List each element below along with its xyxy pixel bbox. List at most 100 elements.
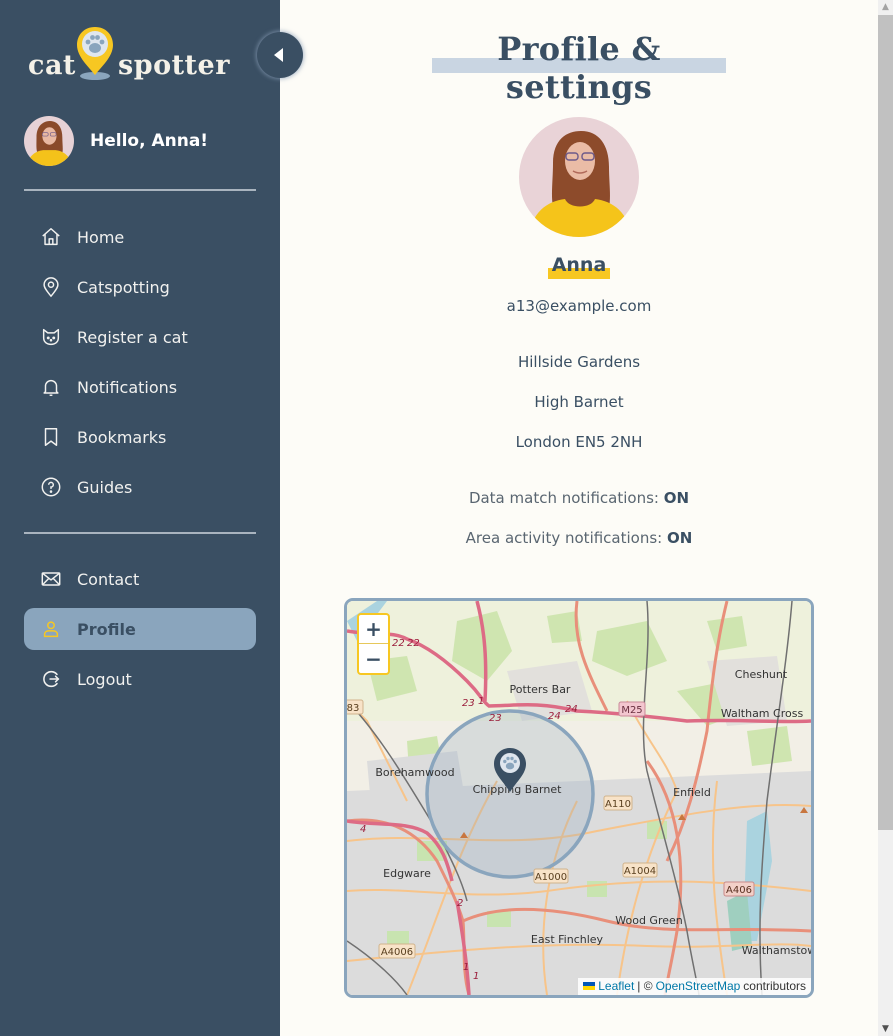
attribution-separator: | ©	[637, 979, 653, 993]
caret-left-icon	[274, 48, 283, 62]
map-junction-label: 1	[463, 962, 469, 973]
sidebar-item-catspotting[interactable]: Catspotting	[24, 266, 256, 308]
zoom-in-button[interactable]: +	[359, 615, 388, 644]
profile-photo	[519, 117, 639, 237]
page-title-wrap: Profile & settings	[432, 30, 726, 106]
bookmark-icon	[40, 426, 62, 448]
page-scrollbar[interactable]: ▲ ▼	[878, 0, 893, 1036]
openstreetmap-link[interactable]: OpenStreetMap	[656, 979, 741, 993]
notification-status: ON	[663, 489, 690, 507]
map-junction-label: 23	[462, 698, 475, 709]
sidebar-item-label: Home	[77, 227, 125, 247]
area-activity-notifications: Area activity notifications: ON	[280, 529, 878, 547]
address-line-3: London EN5 2NH	[515, 433, 643, 451]
sidebar-item-notifications[interactable]: Notifications	[24, 366, 256, 408]
address-line-2: High Barnet	[534, 393, 624, 411]
notification-label: Area activity notifications:	[465, 529, 663, 547]
map-junction-label: 1	[473, 971, 479, 982]
sidebar-item-register-cat[interactable]: Register a cat	[24, 316, 256, 358]
paw-pin-icon	[77, 27, 113, 80]
cat-face-icon	[40, 326, 62, 348]
map-road-label: A1004	[624, 866, 656, 877]
data-match-notifications: Data match notifications: ON	[280, 489, 878, 507]
map-label-place: Borehamwood	[375, 766, 454, 779]
leaflet-link[interactable]: Leaflet	[598, 979, 634, 993]
map-road-label: 83	[347, 703, 359, 714]
zoom-out-button[interactable]: −	[359, 644, 388, 673]
envelope-icon	[40, 568, 62, 590]
sidebar-item-label: Profile	[77, 619, 136, 639]
user-icon	[40, 618, 62, 640]
avatar	[24, 116, 74, 166]
paw-marker-icon[interactable]	[493, 747, 527, 793]
notification-label: Data match notifications:	[468, 489, 659, 507]
location-map[interactable]: Potters Bar Cheshunt Waltham Cross Boreh…	[344, 598, 814, 998]
greeting-text: Hello, Anna!	[90, 131, 209, 151]
sidebar-item-label: Register a cat	[77, 327, 188, 347]
map-label-place: East Finchley	[531, 933, 604, 946]
map-junction-label: 24	[565, 704, 578, 715]
map-label-place: Potters Bar	[510, 683, 571, 696]
map-label-place: Edgware	[383, 867, 431, 880]
home-icon	[40, 226, 62, 248]
map-junction-label: 22	[392, 638, 405, 649]
map-label-place: Cheshunt	[735, 668, 788, 681]
map-road-label: A406	[726, 885, 752, 896]
map-junction-label: 2	[457, 898, 463, 909]
user-greeting: Hello, Anna!	[24, 116, 208, 166]
scroll-down-arrow-icon[interactable]: ▼	[878, 1022, 893, 1036]
sidebar: cat spotter Hello, Anna! Home Catspottin…	[0, 0, 280, 1036]
profile-photo-image	[519, 117, 639, 237]
page-title: Profile & settings	[497, 30, 661, 106]
logo-word-spotter: spotter	[118, 50, 230, 81]
profile-name-wrap: Anna	[280, 254, 878, 279]
sidebar-item-label: Logout	[77, 669, 132, 689]
logo-word-cat: cat	[28, 50, 76, 81]
map-road-label: A110	[605, 799, 631, 810]
map-road-label: A1000	[535, 872, 567, 883]
map-road-label: M25	[621, 705, 642, 716]
question-circle-icon	[40, 476, 62, 498]
notification-status: ON	[667, 529, 693, 547]
bell-icon	[40, 376, 62, 398]
map-junction-label: 23	[489, 713, 502, 724]
map-label-place: Wood Green	[615, 914, 683, 927]
sidebar-item-bookmarks[interactable]: Bookmarks	[24, 416, 256, 458]
collapse-sidebar-button[interactable]	[257, 32, 303, 78]
scrollbar-thumb[interactable]	[878, 15, 893, 830]
sidebar-item-label: Bookmarks	[77, 427, 167, 447]
sidebar-item-contact[interactable]: Contact	[24, 558, 256, 600]
ukraine-flag-icon	[583, 982, 596, 990]
avatar-photo	[24, 116, 74, 166]
map-label-place: Enfield	[673, 786, 711, 799]
map-tiles[interactable]: Potters Bar Cheshunt Waltham Cross Boreh…	[347, 601, 811, 995]
sidebar-item-label: Guides	[77, 477, 133, 497]
sidebar-divider	[24, 532, 256, 534]
sidebar-item-label: Catspotting	[77, 277, 170, 297]
attribution-suffix: contributors	[743, 979, 806, 993]
sidebar-item-home[interactable]: Home	[24, 216, 256, 258]
logout-icon	[40, 668, 62, 690]
map-pin-icon	[40, 276, 62, 298]
secondary-nav: Contact Profile Logout	[24, 558, 256, 708]
sidebar-item-guides[interactable]: Guides	[24, 466, 256, 508]
primary-nav: Home Catspotting Register a cat Notifica…	[24, 216, 256, 516]
sidebar-item-logout[interactable]: Logout	[24, 658, 256, 700]
sidebar-item-profile[interactable]: Profile	[24, 608, 256, 650]
map-junction-label: 4	[360, 824, 366, 835]
sidebar-divider	[24, 189, 256, 191]
map-zoom-control: + −	[357, 613, 390, 675]
map-label-place: Walthamstow	[742, 944, 811, 957]
profile-main: Profile & settings Anna a13@example.com …	[280, 0, 878, 1036]
logo[interactable]: cat spotter	[28, 22, 230, 86]
map-label-place: Waltham Cross	[721, 707, 804, 720]
sidebar-item-label: Notifications	[77, 377, 178, 397]
map-road-label: A4006	[381, 947, 413, 958]
address-line-1: Hillside Gardens	[517, 353, 641, 371]
profile-email: a13@example.com	[506, 297, 652, 315]
sidebar-item-label: Contact	[77, 569, 140, 589]
scroll-up-arrow-icon[interactable]: ▲	[878, 0, 893, 14]
profile-name: Anna	[547, 254, 611, 279]
map-junction-label: 1	[478, 696, 484, 707]
map-attribution: Leaflet | © OpenStreetMap contributors	[578, 978, 811, 995]
